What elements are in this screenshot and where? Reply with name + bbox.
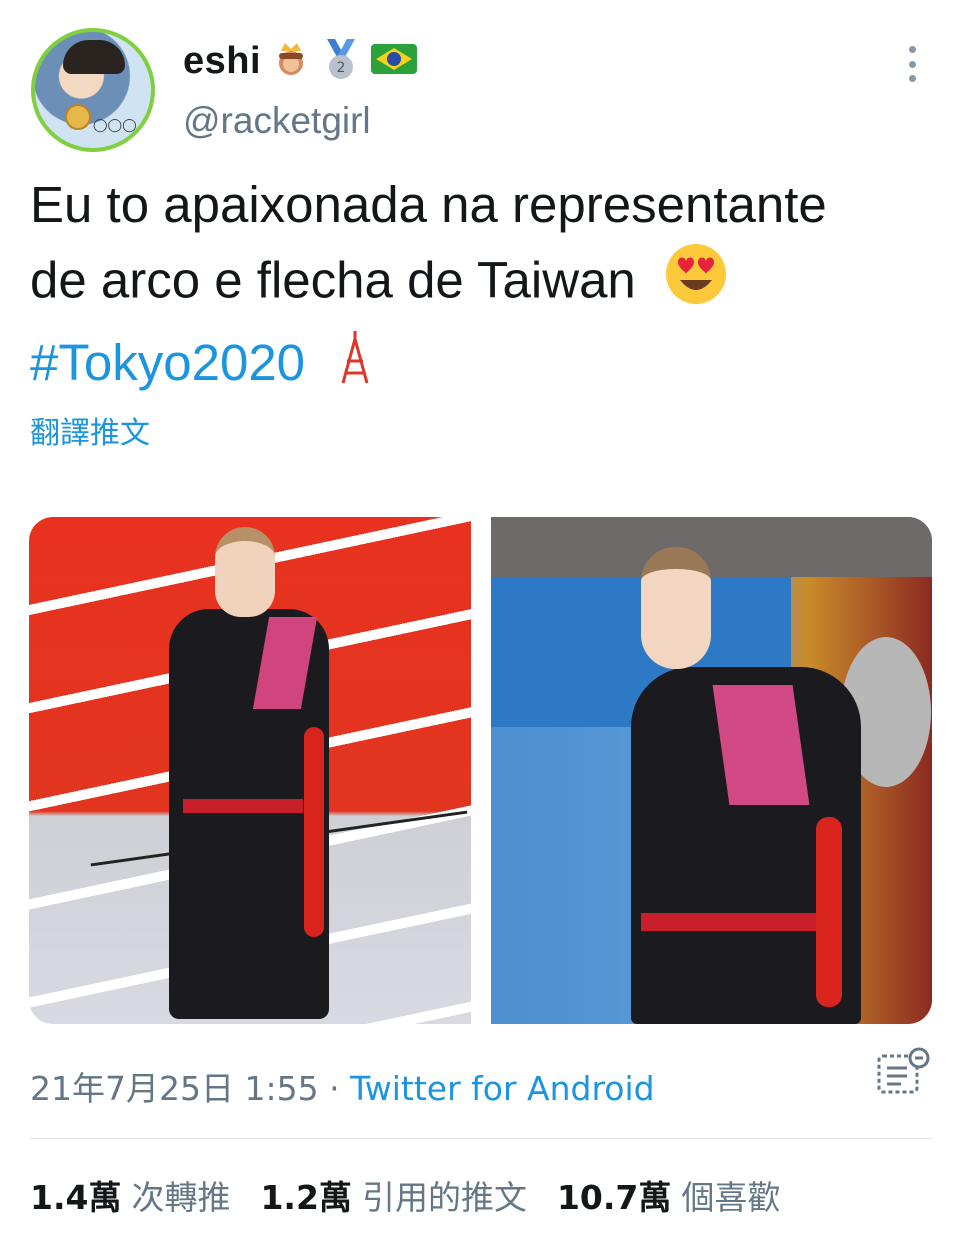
tweet-stats: 1.4萬 次轉推 1.2萬 引用的推文 10.7萬 個喜歡	[30, 1171, 810, 1219]
meta-separator: ·	[318, 1069, 351, 1108]
quote-tweets-stat[interactable]: 1.2萬 引用的推文	[260, 1178, 556, 1217]
media-photo-2[interactable]: imi	[491, 517, 932, 1024]
quote-tweets-count: 1.2萬	[260, 1178, 352, 1217]
retweets-count: 1.4萬	[30, 1178, 122, 1217]
tweet-source-link[interactable]: Twitter for Android	[350, 1069, 655, 1108]
brazil-flag-icon	[371, 42, 418, 80]
silver-medal-icon: 2	[321, 37, 361, 85]
user-handle[interactable]: @racketgirl	[183, 100, 371, 142]
tweet-line-1: Eu to apaixonada na representante	[30, 176, 827, 233]
avatar[interactable]: ◯◯◯	[31, 28, 155, 152]
tweet-timestamp[interactable]: 21年7月25日 1:55	[30, 1069, 319, 1108]
princess-emoji-icon	[271, 39, 311, 83]
analytics-icon[interactable]	[875, 1046, 931, 1096]
media-grid: imi	[29, 517, 932, 1024]
svg-text:2: 2	[337, 60, 346, 76]
olympic-rings-icon: ◯◯◯	[93, 118, 137, 133]
retweets-stat[interactable]: 1.4萬 次轉推	[30, 1178, 260, 1217]
media-photo-1[interactable]	[29, 517, 471, 1024]
tokyo-tower-icon	[335, 329, 375, 405]
quote-tweets-label: 引用的推文	[361, 1178, 527, 1217]
translate-tweet-link[interactable]: 翻譯推文	[30, 408, 150, 452]
avatar-hair	[63, 40, 125, 74]
tweet-line-3: #Tokyo2020	[30, 326, 950, 405]
more-options-icon[interactable]	[901, 46, 923, 82]
tweet-line-2-text: de arco e flecha de Taiwan	[30, 251, 636, 309]
tweet-text: Eu to apaixonada na representante de arc…	[30, 168, 950, 405]
likes-count: 10.7萬	[556, 1178, 672, 1217]
hashtag-link[interactable]: #Tokyo2020	[30, 334, 305, 391]
likes-label: 個喜歡	[681, 1178, 781, 1217]
likes-stat[interactable]: 10.7萬 個喜歡	[557, 1178, 810, 1217]
divider	[30, 1138, 932, 1139]
heart-eyes-emoji-icon	[664, 242, 728, 326]
retweets-label: 次轉推	[131, 1178, 231, 1217]
medal-icon	[65, 104, 91, 130]
display-name[interactable]: eshi	[183, 40, 261, 83]
tweet-line-2: de arco e flecha de Taiwan	[30, 242, 950, 326]
name-row[interactable]: eshi 2	[183, 37, 418, 85]
tweet-meta: 21年7月25日 1:55 · Twitter for Android	[30, 1062, 655, 1110]
